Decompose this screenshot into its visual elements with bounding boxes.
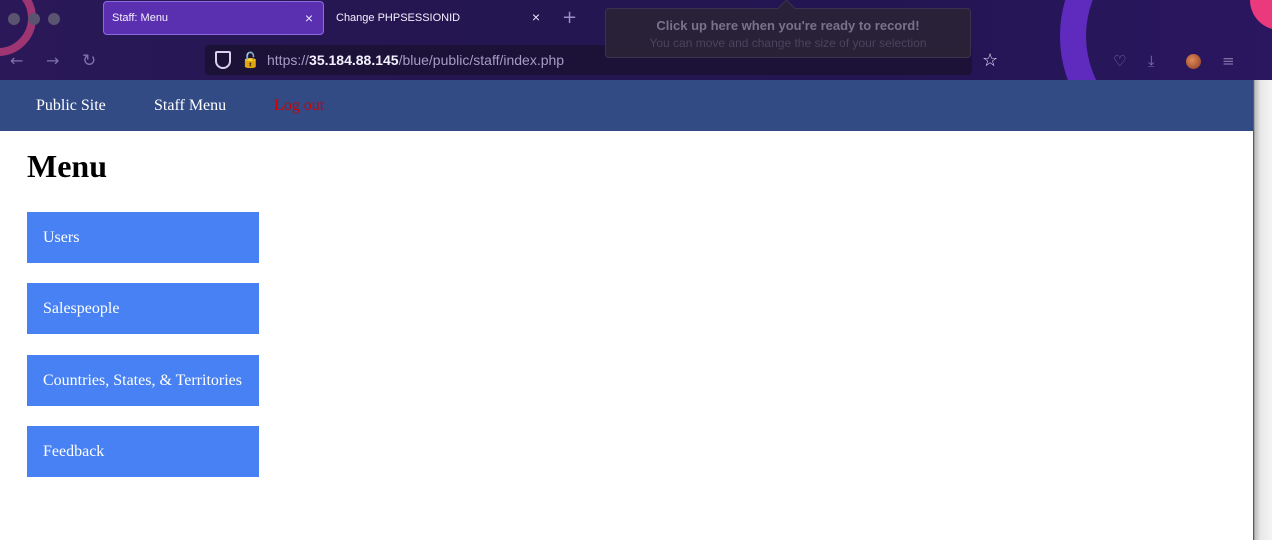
close-icon[interactable]: ×: [532, 9, 540, 25]
tab-title: Change PHPSESSIONID: [336, 12, 461, 24]
shield-icon[interactable]: [215, 51, 231, 69]
feedback-button[interactable]: Feedback: [27, 426, 259, 477]
extension-icon[interactable]: [1186, 54, 1201, 69]
salespeople-button[interactable]: Salespeople: [27, 283, 259, 334]
window-close-button[interactable]: [8, 13, 20, 25]
tab-title: Staff: Menu: [112, 12, 169, 24]
url-host: 35.184.88.145: [309, 52, 399, 68]
pocket-icon[interactable]: ♡: [1113, 52, 1126, 70]
public-site-link[interactable]: Public Site: [36, 97, 106, 115]
browser-chrome: Staff: Menu × Change PHPSESSIONID × + ← …: [0, 0, 1272, 80]
back-arrow-icon[interactable]: ←: [10, 51, 23, 70]
log-out-link[interactable]: Log out: [274, 97, 324, 115]
url-text[interactable]: https://35.184.88.145/blue/public/staff/…: [267, 52, 564, 68]
new-tab-icon[interactable]: +: [562, 7, 577, 28]
recording-tooltip-title: Click up here when you're ready to recor…: [656, 18, 920, 33]
staff-menu-link[interactable]: Staff Menu: [154, 97, 226, 115]
hamburger-menu-icon[interactable]: ≡: [1222, 52, 1235, 70]
page-title: Menu: [27, 148, 107, 184]
lock-icon[interactable]: 🔓: [241, 51, 260, 69]
tab-change-phpsessionid[interactable]: Change PHPSESSIONID ×: [328, 1, 550, 35]
reload-icon[interactable]: ↻: [82, 51, 96, 71]
url-path: /blue/public/staff/index.php: [398, 52, 565, 68]
window-zoom-button[interactable]: [48, 13, 60, 25]
recording-tooltip[interactable]: Click up here when you're ready to recor…: [605, 0, 971, 58]
bookmark-star-icon[interactable]: ☆: [982, 50, 998, 71]
close-icon[interactable]: ×: [305, 10, 313, 26]
download-icon[interactable]: ⤓: [1148, 52, 1155, 70]
countries-states-territories-button[interactable]: Countries, States, & Territories: [27, 355, 259, 406]
recording-tooltip-subtitle: You can move and change the size of your…: [649, 36, 927, 50]
tooltip-arrow: [777, 0, 796, 18]
site-navigation: Public Site Staff Menu Log out: [0, 80, 1253, 131]
url-scheme: https://: [267, 52, 310, 68]
forward-arrow-icon[interactable]: →: [46, 51, 59, 70]
users-button[interactable]: Users: [27, 212, 259, 263]
tab-staff-menu[interactable]: Staff: Menu ×: [103, 1, 324, 35]
window-edge-shadow: [1253, 80, 1272, 540]
window-minimize-button[interactable]: [28, 13, 40, 25]
